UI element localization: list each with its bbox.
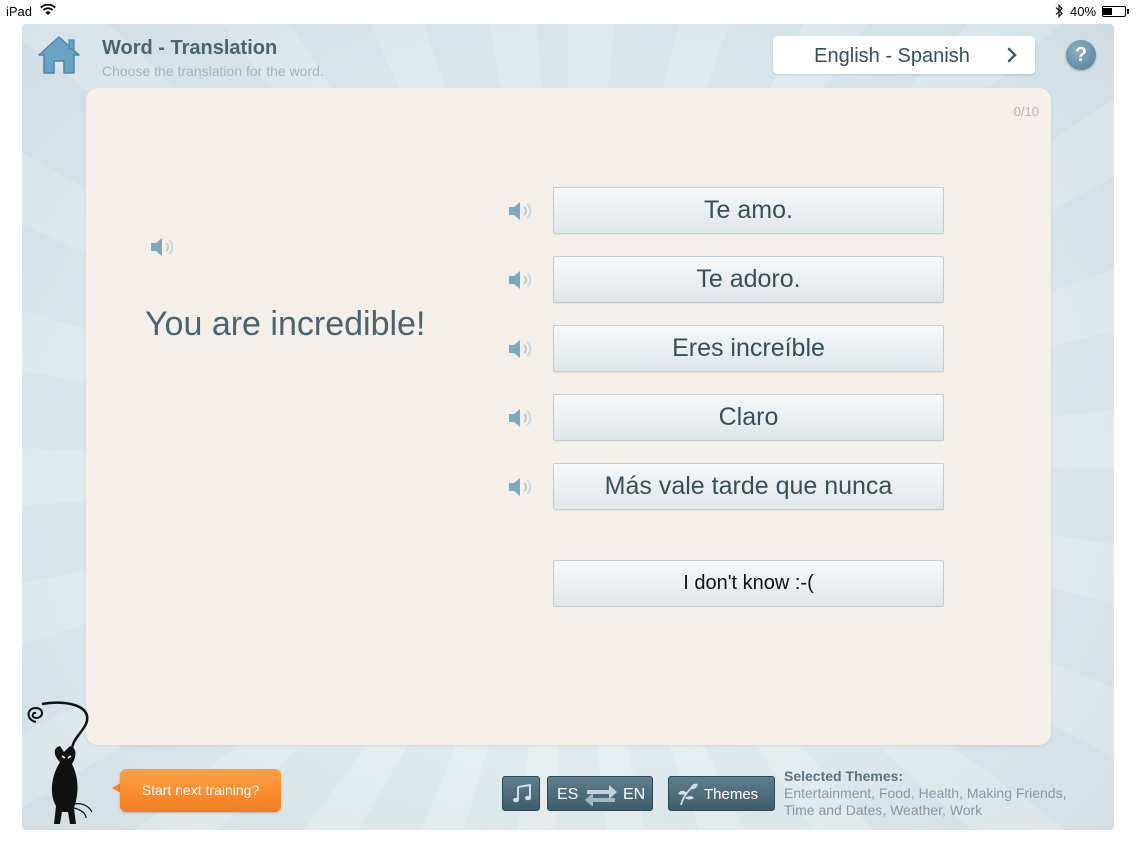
help-icon[interactable]: ? [1066,40,1096,70]
chevron-right-icon [1007,47,1017,63]
themes-label: Themes [704,786,759,803]
answer-option[interactable]: Te amo. [553,187,944,234]
home-icon [38,36,80,74]
leaf-icon [678,783,698,806]
progress-counter: 0/10 [1013,104,1039,119]
source-word: You are incredible! [145,305,426,343]
answer-option[interactable]: Eres increíble [553,325,944,372]
battery-percent: 40% [1070,4,1097,19]
app-window: Word - Translation Choose the translatio… [22,24,1114,830]
answer-option[interactable]: Más vale tarde que nunca [553,463,944,510]
language-pair-label: English - Spanish [814,45,970,67]
battery-tip [1127,9,1129,14]
answer-option[interactable]: Claro [553,394,944,441]
home-button[interactable] [36,34,82,76]
speaker-icon[interactable] [507,199,537,223]
selected-themes-list: Entertainment, Food, Health, Making Frie… [784,785,1067,818]
start-next-training-button[interactable]: Start next training? [112,769,282,812]
language-pair-button[interactable]: English - Spanish [773,36,1035,74]
direction-to-label: EN [623,786,646,803]
speaker-icon[interactable] [507,406,537,430]
speaker-icon[interactable] [149,235,179,259]
page-title: Word - Translation [102,37,278,59]
direction-from-label: ES [557,786,579,803]
bluetooth-icon [1055,4,1063,18]
page-subtitle: Choose the translation for the word. [102,63,324,79]
wifi-icon [40,4,56,15]
speaker-icon[interactable] [507,475,537,499]
speaker-icon[interactable] [507,337,537,361]
music-note-icon [513,783,531,803]
battery-fill [1103,8,1112,15]
answer-option[interactable]: Te adoro. [553,256,944,303]
themes-button[interactable]: Themes [668,776,775,811]
swap-arrows-icon [585,785,617,806]
speaker-icon[interactable] [507,268,537,292]
start-next-training-label: Start next training? [141,782,260,798]
device-name: iPad [6,4,33,19]
selected-themes-title: Selected Themes: [784,768,904,784]
cat-mascot [27,701,93,824]
direction-toggle-button[interactable]: ES EN [547,776,653,811]
quiz-card: 0/10 You are incredible! Te amo. Te ador… [86,88,1051,745]
dont-know-button[interactable]: I don't know :-( [553,560,944,607]
music-button[interactable] [502,776,540,811]
status-bar: iPad 40% [0,0,1136,24]
